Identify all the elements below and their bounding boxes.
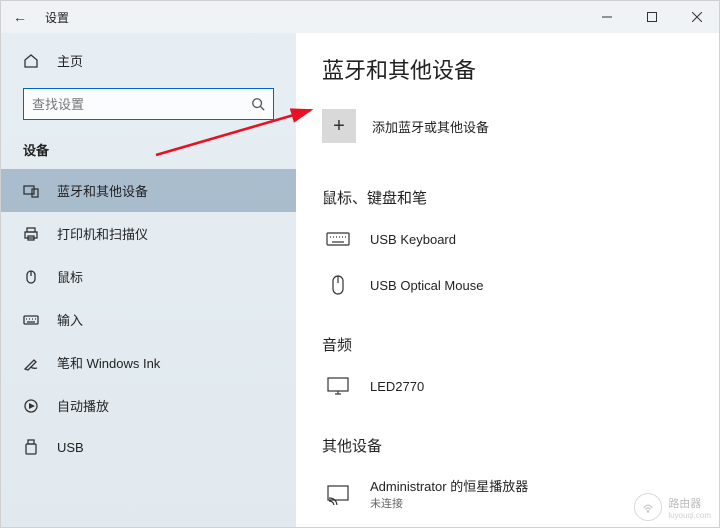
usb-icon [23, 439, 39, 455]
page-title: 蓝牙和其他设备 [322, 53, 693, 85]
back-button[interactable]: ← [13, 9, 27, 25]
cast-device-icon [326, 483, 350, 505]
nav-label: USB [57, 440, 84, 455]
keyboard-icon [23, 312, 39, 328]
window-title: 设置 [45, 9, 69, 26]
content-pane: 蓝牙和其他设备 + 添加蓝牙或其他设备 鼠标、键盘和笔 USB Keyboard… [296, 33, 719, 527]
close-button[interactable] [674, 1, 719, 33]
section-other-devices: 其他设备 [322, 435, 693, 456]
autoplay-icon [23, 398, 39, 414]
monitor-icon [326, 375, 350, 397]
nav-printers-scanners[interactable]: 打印机和扫描仪 [1, 212, 296, 255]
watermark-brand: 路由器 [668, 498, 701, 510]
nav-label: 鼠标 [57, 267, 83, 286]
nav-label: 笔和 Windows Ink [57, 353, 160, 372]
watermark-logo [634, 493, 662, 521]
device-led2770[interactable]: LED2770 [322, 369, 693, 415]
nav-typing[interactable]: 输入 [1, 298, 296, 341]
pen-icon [23, 355, 39, 371]
device-usb-keyboard[interactable]: USB Keyboard [322, 222, 693, 268]
printer-icon [23, 226, 39, 242]
device-label: LED2770 [370, 379, 424, 394]
watermark-url: luyouqi.com [668, 511, 711, 520]
nav-label: 自动播放 [57, 396, 109, 415]
device-label: USB Keyboard [370, 232, 456, 247]
minimize-button[interactable] [584, 1, 629, 33]
device-usb-mouse[interactable]: USB Optical Mouse [322, 268, 693, 314]
nav-mouse[interactable]: 鼠标 [1, 255, 296, 298]
nav-usb[interactable]: USB [1, 427, 296, 467]
device-label: USB Optical Mouse [370, 278, 483, 293]
home-label: 主页 [57, 51, 83, 70]
section-audio: 音频 [322, 334, 693, 355]
search-input[interactable] [32, 97, 251, 112]
section-mouse-keyboard-pen: 鼠标、键盘和笔 [322, 187, 693, 208]
home-icon [23, 53, 39, 69]
nav-label: 打印机和扫描仪 [57, 224, 148, 243]
titlebar: ← 设置 [1, 1, 719, 33]
nav-pen-windows-ink[interactable]: 笔和 Windows Ink [1, 341, 296, 384]
nav-autoplay[interactable]: 自动播放 [1, 384, 296, 427]
keyboard-icon [326, 228, 350, 250]
maximize-button[interactable] [629, 1, 674, 33]
search-box[interactable] [23, 88, 274, 120]
nav-label: 蓝牙和其他设备 [57, 181, 148, 200]
mouse-icon [23, 269, 39, 285]
search-icon [251, 97, 265, 111]
device-label: Administrator 的恒星播放器 [370, 476, 528, 495]
devices-icon [23, 183, 39, 199]
watermark: 路由器 luyouqi.com [634, 493, 711, 521]
sidebar: 主页 设备 蓝牙和其他设备 打印机和扫描仪 鼠标 [1, 33, 296, 527]
settings-window: ← 设置 主页 [0, 0, 720, 528]
sidebar-section-label: 设备 [1, 134, 296, 169]
nav-label: 输入 [57, 310, 83, 329]
add-device-label: 添加蓝牙或其他设备 [372, 117, 489, 136]
add-device-row[interactable]: + 添加蓝牙或其他设备 [322, 109, 693, 143]
device-status: 未连接 [370, 495, 528, 511]
add-device-button[interactable]: + [322, 109, 356, 143]
nav-bluetooth-other-devices[interactable]: 蓝牙和其他设备 [1, 169, 296, 212]
home-nav[interactable]: 主页 [1, 41, 296, 80]
mouse-icon [326, 274, 350, 296]
plus-icon: + [333, 115, 345, 138]
